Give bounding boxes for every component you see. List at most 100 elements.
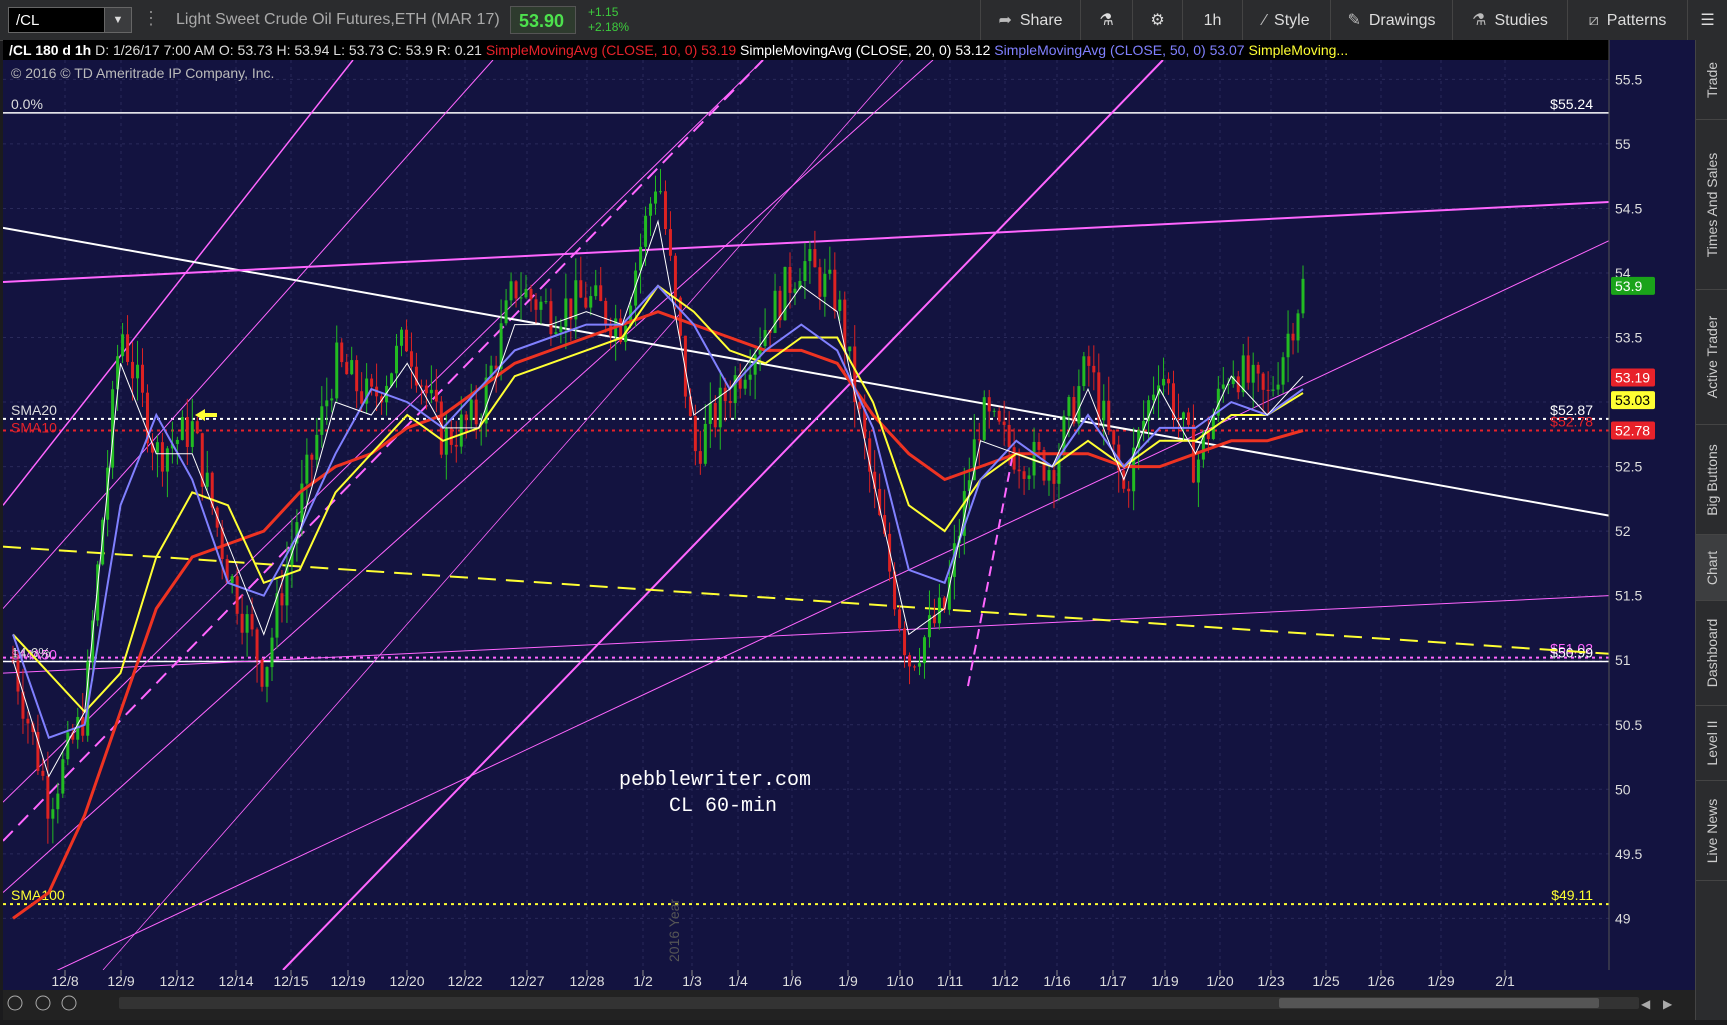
study-label[interactable]: SimpleMovingAvg (CLOSE, 20, 0) bbox=[736, 42, 955, 58]
candle-body bbox=[1162, 378, 1166, 386]
y-tick-label: 51 bbox=[1615, 652, 1631, 668]
study-label[interactable]: SimpleMovingAvg (CLOSE, 10, 0) bbox=[482, 42, 701, 58]
candle-body bbox=[718, 387, 722, 428]
tab-trade[interactable]: Trade bbox=[1696, 40, 1727, 120]
candle-body bbox=[1256, 364, 1260, 374]
candle-body bbox=[330, 398, 334, 401]
candle-body bbox=[554, 332, 558, 335]
candle-body bbox=[41, 770, 45, 776]
candle-body bbox=[195, 421, 199, 434]
candle-body bbox=[903, 628, 907, 656]
tab-live-news[interactable]: Live News bbox=[1696, 781, 1727, 881]
candle-body bbox=[644, 215, 648, 247]
candle-body bbox=[514, 281, 518, 299]
candle-body bbox=[335, 342, 339, 399]
x-tick-label: 12/14 bbox=[218, 973, 253, 989]
candle-body bbox=[584, 297, 588, 308]
candle-body bbox=[818, 267, 822, 297]
gear-icon: ⚙ bbox=[1150, 12, 1165, 29]
candle-body bbox=[320, 406, 324, 435]
candle-body bbox=[395, 345, 399, 374]
x-tick-label: 2/1 bbox=[1495, 973, 1515, 989]
change-percent: +2.18% bbox=[588, 20, 630, 34]
candle-body bbox=[185, 417, 189, 447]
year-label: 2016 Year bbox=[666, 899, 682, 962]
share-label: Share bbox=[1019, 12, 1063, 29]
candle-body bbox=[61, 759, 65, 794]
candle-body bbox=[280, 593, 284, 606]
candle-body bbox=[539, 301, 543, 310]
tab-big-buttons[interactable]: Big Buttons bbox=[1696, 425, 1727, 535]
symbol-selector[interactable]: /CL ▼ bbox=[8, 7, 132, 33]
tab-dashboard[interactable]: Dashboard bbox=[1696, 601, 1727, 706]
candle-body bbox=[534, 299, 538, 310]
tab-label: Live News bbox=[1704, 798, 1720, 863]
share-button[interactable]: ➦ Share bbox=[980, 0, 1080, 40]
candle-body bbox=[913, 666, 917, 668]
candle-body bbox=[190, 421, 194, 447]
y-tick-label: 49 bbox=[1615, 910, 1631, 926]
tab-level-ii[interactable]: Level II bbox=[1696, 706, 1727, 781]
candle-body bbox=[1286, 333, 1290, 358]
scroll-left-icon[interactable]: ◀ bbox=[1641, 997, 1651, 1011]
candle-body bbox=[1281, 357, 1285, 385]
flask-button[interactable]: ⚗ bbox=[1080, 0, 1132, 40]
tab-active-trader[interactable]: Active Trader bbox=[1696, 290, 1727, 425]
candle-body bbox=[444, 428, 448, 455]
candle-body bbox=[559, 326, 563, 333]
interval-button[interactable]: 1h bbox=[1182, 0, 1242, 40]
candle-body bbox=[136, 364, 140, 379]
candle-body bbox=[360, 391, 364, 404]
candle-body bbox=[1082, 356, 1086, 387]
chevron-down-icon[interactable]: ▼ bbox=[104, 8, 131, 32]
candle-body bbox=[1087, 356, 1091, 366]
style-button[interactable]: ⁄ Style bbox=[1242, 0, 1330, 40]
tab-label: Big Buttons bbox=[1704, 443, 1720, 516]
x-tick-label: 12/15 bbox=[273, 973, 308, 989]
x-tick-label: 12/8 bbox=[51, 973, 78, 989]
candle-body bbox=[131, 361, 135, 379]
candle-body bbox=[305, 454, 309, 484]
level-left-label: SMA10 bbox=[11, 419, 57, 435]
candle-body bbox=[1152, 394, 1156, 401]
level-left-label: 0.0% bbox=[11, 96, 43, 112]
candle-body bbox=[340, 342, 344, 363]
candle-body bbox=[1276, 384, 1280, 390]
patterns-button[interactable]: ⧄ Patterns bbox=[1567, 0, 1687, 40]
price-change: +1.15 +2.18% bbox=[588, 5, 629, 35]
y-tick-label: 49.5 bbox=[1615, 846, 1642, 862]
price-chart[interactable]: 0.0% $55.24SMA20 $52.87SMA10 $52.78SMA50 $51… bbox=[2, 40, 1695, 1020]
tab-label: Active Trader bbox=[1704, 315, 1720, 399]
interval-label: 1h bbox=[1203, 12, 1222, 29]
candle-body bbox=[703, 423, 707, 464]
candle-body bbox=[519, 297, 523, 299]
level-right-label: $52.78 bbox=[1550, 413, 1593, 429]
x-tick-label: 1/25 bbox=[1312, 973, 1339, 989]
options-icon[interactable]: ⋮ bbox=[142, 8, 160, 29]
study-label[interactable]: SimpleMoving... bbox=[1245, 42, 1348, 58]
tab-chart[interactable]: Chart bbox=[1696, 535, 1727, 601]
candle-body bbox=[529, 288, 533, 300]
tab-times-and-sales[interactable]: Times And Sales bbox=[1696, 120, 1727, 290]
studies-button[interactable]: ⚗ Studies bbox=[1452, 0, 1567, 40]
candle-body bbox=[589, 296, 593, 308]
candle-body bbox=[908, 655, 912, 667]
candle-body bbox=[235, 576, 239, 614]
x-tick-label: 1/17 bbox=[1099, 973, 1126, 989]
study-label[interactable]: SimpleMovingAvg (CLOSE, 50, 0) bbox=[990, 42, 1209, 58]
candle-body bbox=[594, 285, 598, 297]
drawings-button[interactable]: ✎ Drawings bbox=[1330, 0, 1452, 40]
chart-area[interactable]: 0.0% $55.24 SMA20 $52.87 SMA10 $52.78 SMA50 $51… bbox=[2, 40, 1695, 1020]
candle-body bbox=[828, 269, 832, 274]
candle-body bbox=[355, 360, 359, 392]
candle-body bbox=[474, 399, 478, 425]
candle-body bbox=[1176, 418, 1180, 420]
x-tick-label: 12/22 bbox=[447, 973, 482, 989]
price-badge-label: 52.78 bbox=[1615, 422, 1650, 438]
candle-body bbox=[793, 288, 797, 293]
menu-icon: ☰ bbox=[1700, 12, 1715, 29]
menu-button[interactable]: ☰ bbox=[1687, 0, 1727, 40]
scroll-right-icon[interactable]: ▶ bbox=[1663, 997, 1673, 1011]
settings-button[interactable]: ⚙ bbox=[1132, 0, 1182, 40]
scrollbar-thumb[interactable] bbox=[1279, 998, 1599, 1008]
